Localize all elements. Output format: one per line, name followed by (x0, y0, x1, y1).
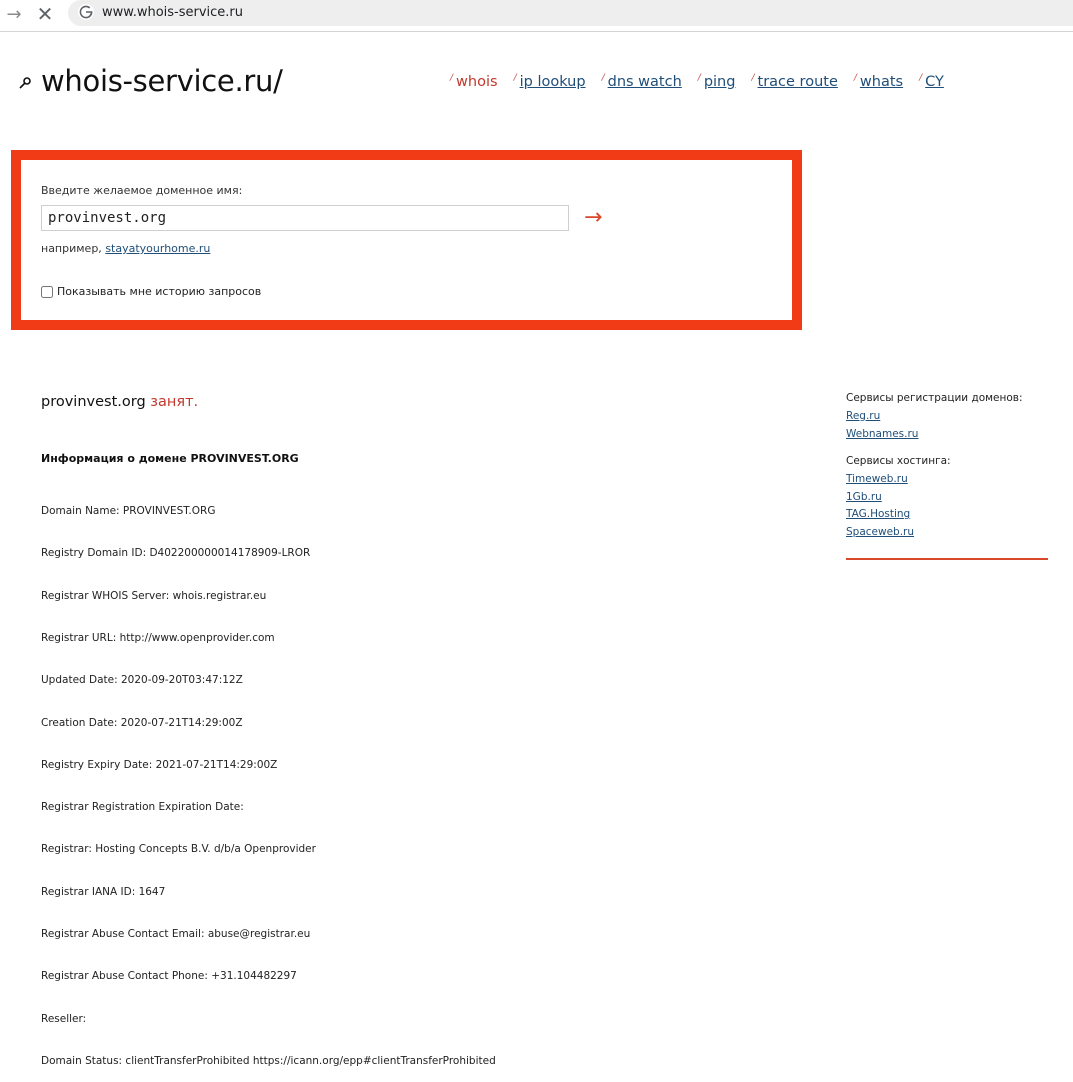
history-label: Показывать мне историю запросов (57, 285, 262, 298)
domain-label: Введите желаемое доменное имя: (41, 184, 243, 197)
registrars-title: Сервисы регистрации доменов: (846, 392, 1023, 404)
hosting-link[interactable]: Spaceweb.ru (846, 524, 1048, 542)
whois-line: Registrar Registration Expiration Date: (41, 801, 244, 814)
site-logo[interactable]: whois-service.ru/ (41, 64, 283, 98)
key-icon (19, 77, 31, 89)
nav-item-ip-lookup[interactable]: / ip lookup (514, 73, 586, 90)
status-badge: занят. (150, 394, 199, 410)
whois-line: Registrar Abuse Contact Phone: +31.10448… (41, 970, 297, 983)
nav-item-trace-route[interactable]: / trace route (751, 73, 837, 90)
whois-line: Registrar Abuse Contact Email: abuse@reg… (41, 928, 311, 940)
arrow-right-icon[interactable]: → (584, 206, 602, 230)
whois-line: Registry Expiry Date: 2021-07-21T14:29:0… (41, 758, 278, 771)
whois-line: Registry Domain ID: D402200000014178909-… (41, 547, 311, 560)
example-hint: например, stayatyourhome.ru (41, 242, 211, 255)
nav-item-whois[interactable]: / whois (450, 73, 498, 90)
whois-line: Updated Date: 2020-09-20T03:47:12Z (41, 674, 243, 687)
whois-line: Registrar IANA ID: 1647 (41, 885, 166, 898)
google-icon (78, 4, 94, 20)
info-title: Информация о домене PROVINVEST.ORG (41, 452, 299, 465)
registrar-link[interactable]: Webnames.ru (846, 426, 1048, 444)
arrow-left-icon[interactable]: → (2, 2, 26, 26)
registrar-link[interactable]: Reg.ru (846, 408, 1048, 426)
whois-line: Domain Status: clientTransferProhibited … (41, 1054, 496, 1067)
history-toggle[interactable]: Показывать мне историю запросов (41, 285, 261, 298)
top-nav: / whois / ip lookup / dns watch / ping / trac… (450, 73, 960, 90)
hosting-title: Сервисы хостинга: (846, 455, 951, 467)
whois-line: Registrar URL: http://www.openprovider.c… (41, 632, 275, 645)
nav-item-ping[interactable]: / ping (698, 73, 736, 90)
address-bar[interactable]: www.whois-service.ru (68, 0, 1073, 26)
domain-input[interactable] (41, 205, 569, 231)
search-form: Введите желаемое доменное имя: → наприме… (11, 150, 802, 330)
result-summary: provinvest.org занят. (41, 394, 198, 410)
example-link[interactable]: stayatyourhome.ru (105, 242, 210, 255)
whois-line: Registrar WHOIS Server: whois.registrar.… (41, 589, 267, 602)
side-panel: Сервисы регистрации доменов: Reg.ru Webn… (846, 392, 1048, 541)
history-checkbox[interactable] (41, 285, 53, 298)
hosting-link[interactable]: 1Gb.ru (846, 489, 1048, 507)
result-domain: provinvest.org (41, 394, 146, 410)
whois-line: Reseller: (41, 1012, 87, 1025)
nav-item-cy[interactable]: / CY (919, 73, 944, 90)
whois-line: Domain Name: PROVINVEST.ORG (41, 505, 216, 518)
whois-record: Domain Name: PROVINVEST.ORG Registry Dom… (41, 476, 496, 1082)
divider (846, 558, 1048, 560)
nav-item-dns-watch[interactable]: / dns watch (602, 73, 682, 90)
whois-line: Creation Date: 2020-07-21T14:29:00Z (41, 716, 243, 729)
browser-toolbar: → ✕ www.whois-service.ru (0, 0, 1073, 32)
close-icon[interactable]: ✕ (33, 2, 57, 26)
nav-item-whats[interactable]: / whats (854, 73, 903, 90)
hosting-link[interactable]: Timeweb.ru (846, 471, 1048, 489)
whois-line: Registrar: Hosting Concepts B.V. d/b/a O… (41, 843, 316, 856)
hosting-link[interactable]: TAG.Hosting (846, 506, 1048, 524)
url-text[interactable]: www.whois-service.ru (102, 5, 243, 20)
